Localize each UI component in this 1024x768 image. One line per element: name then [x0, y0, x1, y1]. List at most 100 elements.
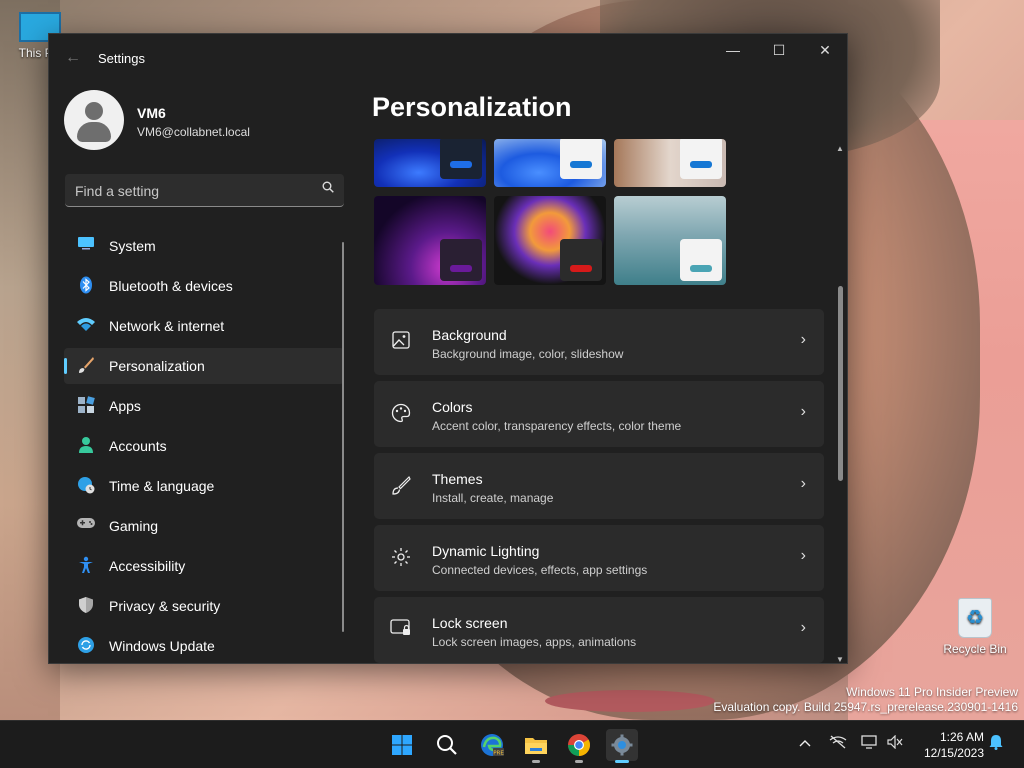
theme-accent-swatch [690, 265, 712, 272]
clock-date: 12/15/2023 [923, 746, 984, 760]
theme-accent-swatch [570, 161, 592, 168]
main-content: Personalization Background Background im… [371, 34, 847, 663]
back-button[interactable]: ← [61, 46, 85, 70]
sidebar-item-label: Bluetooth & devices [109, 278, 233, 294]
sidebar-item-label: Time & language [109, 478, 215, 494]
sidebar-item-bluetooth[interactable]: Bluetooth & devices [64, 268, 344, 304]
sidebar-item-personalization[interactable]: Personalization [64, 348, 344, 384]
taskbar-settings[interactable] [606, 729, 638, 763]
theme-preview-window [440, 139, 482, 179]
running-indicator [575, 760, 583, 763]
chrome-icon [568, 734, 590, 756]
theme-preview-window [560, 239, 602, 281]
sync-icon [76, 636, 96, 656]
setting-card-background[interactable]: Background Background image, color, slid… [374, 309, 824, 375]
active-indicator [615, 760, 629, 763]
content-scrollbar[interactable]: ▲ ▼ [836, 144, 846, 663]
gear-icon [611, 734, 633, 756]
sidebar-item-system[interactable]: System [64, 228, 344, 264]
bluetooth-icon [76, 276, 96, 296]
sidebar-nav: System Bluetooth & devices Network & int… [64, 228, 344, 663]
theme-accent-swatch [690, 161, 712, 168]
sidebar-item-label: Accounts [109, 438, 167, 454]
sidebar-item-apps[interactable]: Apps [64, 388, 344, 424]
theme-accent-swatch [570, 265, 592, 272]
sidebar-item-network[interactable]: Network & internet [64, 308, 344, 344]
search-placeholder: Find a setting [75, 183, 160, 199]
sidebar-item-accessibility[interactable]: Accessibility [64, 548, 344, 584]
theme-thumbnail[interactable] [494, 139, 606, 187]
monitor-icon [76, 236, 96, 256]
setting-card-colors[interactable]: Colors Accent color, transparency effect… [374, 381, 824, 447]
chevron-right-icon: › [800, 403, 806, 420]
card-title: Themes [432, 471, 483, 487]
taskbar-start[interactable] [386, 729, 418, 761]
sidebar-item-label: Privacy & security [109, 598, 221, 614]
theme-preview-window [440, 239, 482, 281]
setting-card-dynamic-lighting[interactable]: Dynamic Lighting Connected devices, effe… [374, 525, 824, 591]
volume-muted-icon[interactable] [887, 734, 903, 752]
windows-icon [392, 735, 412, 755]
setting-card-lock-screen[interactable]: Lock screen Lock screen images, apps, an… [374, 597, 824, 663]
recycle-bin-icon: ♻ [958, 598, 992, 638]
sidebar-item-gaming[interactable]: Gaming [64, 508, 344, 544]
system-clock[interactable]: 1:26 AM 12/15/2023 [912, 729, 984, 761]
taskbar-chrome[interactable] [563, 729, 595, 763]
display-icon[interactable] [861, 735, 877, 752]
card-subtitle: Background image, color, slideshow [432, 347, 624, 361]
window-title: Settings [98, 51, 145, 66]
clock-time: 1:26 AM [939, 730, 984, 744]
taskbar-file-explorer[interactable] [520, 729, 552, 763]
notification-bell-icon[interactable] [989, 734, 1003, 753]
theme-accent-swatch [450, 265, 472, 272]
shield-icon [76, 596, 96, 616]
sidebar-item-accounts[interactable]: Accounts [64, 428, 344, 464]
sidebar-item-time-language[interactable]: Time & language [64, 468, 344, 504]
settings-window: ← Settings — ☐ ✕ VM6 VM6@collabnet.local… [48, 33, 848, 664]
card-subtitle: Accent color, transparency effects, colo… [432, 419, 682, 433]
svg-text:PRE: PRE [493, 751, 504, 757]
chevron-right-icon: › [800, 547, 806, 564]
sidebar-item-label: Windows Update [109, 638, 215, 654]
arrow-left-icon: ← [65, 49, 81, 66]
theme-preview-window [680, 139, 722, 179]
search-icon [322, 181, 334, 196]
chevron-up-icon[interactable] [799, 735, 811, 750]
chevron-right-icon: › [800, 619, 806, 636]
search-input[interactable]: Find a setting [65, 174, 344, 207]
card-title: Colors [432, 399, 473, 415]
theme-thumbnail[interactable] [494, 196, 606, 285]
chevron-right-icon: › [800, 475, 806, 492]
theme-preview-window [560, 139, 602, 179]
theme-accent-swatch [450, 161, 472, 168]
taskbar-search[interactable] [431, 729, 463, 761]
theme-thumbnail[interactable] [614, 139, 726, 187]
card-title: Dynamic Lighting [432, 543, 540, 559]
taskbar-edge[interactable]: PRE [476, 729, 508, 761]
watermark-line-1: Windows 11 Pro Insider Preview [846, 685, 1018, 699]
desktop-icon-label: Recycle Bin [943, 642, 1007, 656]
sidebar-item-label: System [109, 238, 156, 254]
scrollbar-thumb[interactable] [838, 286, 843, 481]
sidebar-scrollbar[interactable] [342, 242, 344, 632]
sidebar-item-privacy-security[interactable]: Privacy & security [64, 588, 344, 624]
brush-icon [76, 356, 96, 376]
desktop-icon-recycle-bin[interactable]: ♻ Recycle Bin [935, 598, 1015, 656]
sidebar-item-windows-update[interactable]: Windows Update [64, 628, 344, 663]
user-profile[interactable]: VM6 VM6@collabnet.local [64, 90, 344, 152]
sidebar-item-label: Gaming [109, 518, 159, 534]
folder-icon [525, 738, 547, 754]
theme-thumbnail[interactable] [374, 139, 486, 187]
card-title: Background [432, 327, 507, 343]
page-title: Personalization [372, 92, 572, 122]
theme-thumbnail[interactable] [374, 196, 486, 285]
scroll-up-icon[interactable]: ▲ [836, 144, 844, 153]
gamepad-icon [76, 516, 96, 536]
scroll-down-icon[interactable]: ▼ [836, 655, 844, 663]
accessibility-icon [76, 556, 96, 576]
setting-card-themes[interactable]: Themes Install, create, manage › [374, 453, 824, 519]
card-title: Lock screen [432, 615, 508, 631]
theme-thumbnail[interactable] [614, 196, 726, 285]
brush-icon [390, 475, 412, 497]
network-disconnected-icon[interactable] [829, 735, 847, 752]
